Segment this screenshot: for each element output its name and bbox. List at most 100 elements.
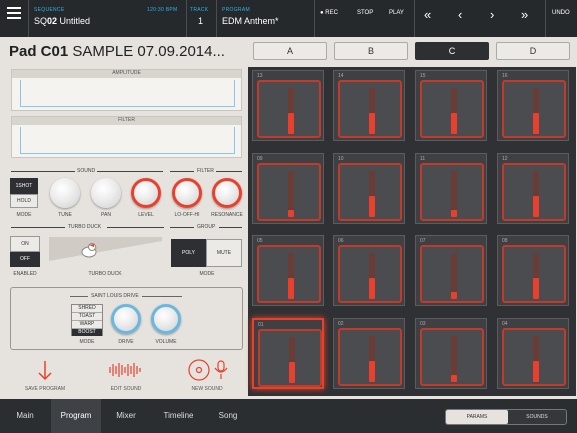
pad-07[interactable]: 07 bbox=[415, 235, 487, 306]
pad-03[interactable]: 03 bbox=[415, 318, 487, 389]
pad-level-fill bbox=[369, 278, 375, 299]
drive-mode-warp[interactable]: WARP bbox=[72, 321, 102, 329]
stop-button[interactable]: STOP bbox=[357, 10, 373, 16]
divider bbox=[219, 227, 242, 228]
sequence-name[interactable]: SQ02 Untitled bbox=[34, 16, 90, 26]
new-sound-button[interactable]: NEW SOUND bbox=[182, 356, 232, 396]
filter-type-knob[interactable] bbox=[172, 178, 202, 208]
track-label: TRACK bbox=[190, 7, 209, 13]
sounds-tab[interactable]: SOUNDS bbox=[508, 410, 566, 424]
pad-16[interactable]: 16 bbox=[497, 70, 569, 141]
rec-button[interactable]: ● REC bbox=[320, 10, 338, 16]
mute-button[interactable]: MUTE bbox=[206, 239, 242, 267]
turbo-off-button[interactable]: OFF bbox=[10, 252, 40, 267]
pad-number: 01 bbox=[258, 322, 264, 328]
pad-08[interactable]: 08 bbox=[497, 235, 569, 306]
pad-level-fill bbox=[451, 113, 457, 134]
pad-02[interactable]: 02 bbox=[333, 318, 405, 389]
amplitude-envelope[interactable]: AMPLITUDE bbox=[11, 69, 242, 111]
drive-mode-shred[interactable]: SHRED bbox=[72, 305, 102, 313]
pad-15[interactable]: 15 bbox=[415, 70, 487, 141]
menu-icon[interactable] bbox=[7, 7, 21, 21]
nav-tab-mixer[interactable]: Mixer bbox=[104, 399, 148, 433]
filter-section-title: FILTER bbox=[197, 168, 214, 174]
drive-mode-boost[interactable]: BOOST bbox=[72, 329, 102, 336]
pad-number: 09 bbox=[257, 156, 263, 162]
drive-section-title: SAINT LOUIS DRIVE bbox=[88, 293, 142, 299]
pad-13[interactable]: 13 bbox=[252, 70, 324, 141]
tune-knob[interactable] bbox=[50, 178, 80, 208]
divider bbox=[545, 0, 546, 37]
save-program-button[interactable]: SAVE PROGRAM bbox=[20, 358, 70, 396]
rewind-icon[interactable]: « bbox=[424, 7, 431, 22]
poly-button[interactable]: POLY bbox=[171, 239, 206, 267]
pad-surface bbox=[420, 80, 484, 138]
volume-label: VOLUME bbox=[155, 339, 177, 345]
bank-c-button[interactable]: C bbox=[415, 42, 489, 60]
amplitude-curve[interactable] bbox=[20, 80, 235, 107]
step-back-icon[interactable]: ‹ bbox=[458, 7, 462, 22]
pad-level-fill bbox=[289, 362, 295, 383]
play-button[interactable]: PLAY bbox=[389, 10, 404, 16]
pad-level-fill bbox=[533, 113, 539, 134]
filter-curve[interactable] bbox=[20, 127, 235, 154]
nav-tab-program[interactable]: Program bbox=[51, 399, 101, 433]
filter-envelope[interactable]: FILTER bbox=[11, 116, 242, 158]
turntable-mic-icon bbox=[185, 358, 229, 387]
pad-surface bbox=[502, 80, 566, 138]
pad-number: 03 bbox=[420, 321, 426, 327]
pad-14[interactable]: 14 bbox=[333, 70, 405, 141]
mode-1shot-button[interactable]: 1SHOT bbox=[10, 178, 38, 194]
pad-06[interactable]: 06 bbox=[333, 235, 405, 306]
pan-knob[interactable] bbox=[91, 178, 121, 208]
divider bbox=[107, 227, 164, 228]
bank-b-button[interactable]: B bbox=[334, 42, 408, 60]
pad-12[interactable]: 12 bbox=[497, 153, 569, 224]
resonance-knob[interactable] bbox=[212, 178, 242, 208]
drive-label: DRIVE bbox=[118, 339, 134, 345]
top-bar: SEQUENCE SQ02 Untitled 120:30 BPM TRACK … bbox=[0, 0, 577, 37]
pad-level-fill bbox=[533, 361, 539, 382]
pad-number: 06 bbox=[338, 238, 344, 244]
turbo-on-button[interactable]: ON bbox=[10, 236, 40, 252]
pad-11[interactable]: 11 bbox=[415, 153, 487, 224]
pad-01[interactable]: 01 bbox=[252, 318, 324, 389]
edit-sound-button[interactable]: EDIT SOUND bbox=[100, 358, 152, 396]
nav-tab-song[interactable]: Song bbox=[208, 399, 248, 433]
fast-forward-icon[interactable]: » bbox=[521, 7, 528, 22]
pad-surface bbox=[338, 328, 402, 386]
mode-hold-button[interactable]: HOLD bbox=[10, 194, 38, 208]
bank-d-button[interactable]: D bbox=[496, 42, 570, 60]
step-forward-icon[interactable]: › bbox=[490, 7, 494, 22]
bank-a-button[interactable]: A bbox=[253, 42, 327, 60]
program-label: PROGRAM bbox=[222, 7, 250, 13]
pad-number: 14 bbox=[338, 73, 344, 79]
rec-dot-icon: ● bbox=[320, 10, 324, 16]
filter-type-label: LO-OFF-HI bbox=[174, 212, 200, 218]
program-name[interactable]: EDM Anthem* bbox=[222, 16, 279, 26]
nav-tab-main[interactable]: Main bbox=[8, 399, 42, 433]
level-knob[interactable] bbox=[131, 178, 161, 208]
turbo-duck-slider[interactable] bbox=[49, 237, 162, 265]
drive-knob[interactable] bbox=[111, 304, 141, 334]
tempo[interactable]: 120:30 BPM bbox=[147, 7, 178, 13]
pad-surface bbox=[502, 163, 566, 221]
drive-mode-list[interactable]: SHRED TOAST WARP BOOST bbox=[71, 304, 103, 336]
pad-10[interactable]: 10 bbox=[333, 153, 405, 224]
params-tab[interactable]: PARAMS bbox=[446, 410, 508, 424]
pad-05[interactable]: 05 bbox=[252, 235, 324, 306]
divider bbox=[97, 171, 163, 172]
undo-button[interactable]: UNDO bbox=[552, 10, 570, 16]
pad-04[interactable]: 04 bbox=[497, 318, 569, 389]
track-value[interactable]: 1 bbox=[198, 16, 203, 26]
divider bbox=[11, 171, 75, 172]
pad-surface bbox=[257, 163, 321, 221]
tune-label: TUNE bbox=[58, 212, 72, 218]
volume-knob[interactable] bbox=[151, 304, 181, 334]
turbo-duck-title: TURBO DUCK bbox=[68, 224, 102, 230]
pad-number: 10 bbox=[338, 156, 344, 162]
pad-surface bbox=[257, 245, 321, 303]
nav-tab-timeline[interactable]: Timeline bbox=[151, 399, 206, 433]
drive-mode-toast[interactable]: TOAST bbox=[72, 313, 102, 321]
pad-09[interactable]: 09 bbox=[252, 153, 324, 224]
